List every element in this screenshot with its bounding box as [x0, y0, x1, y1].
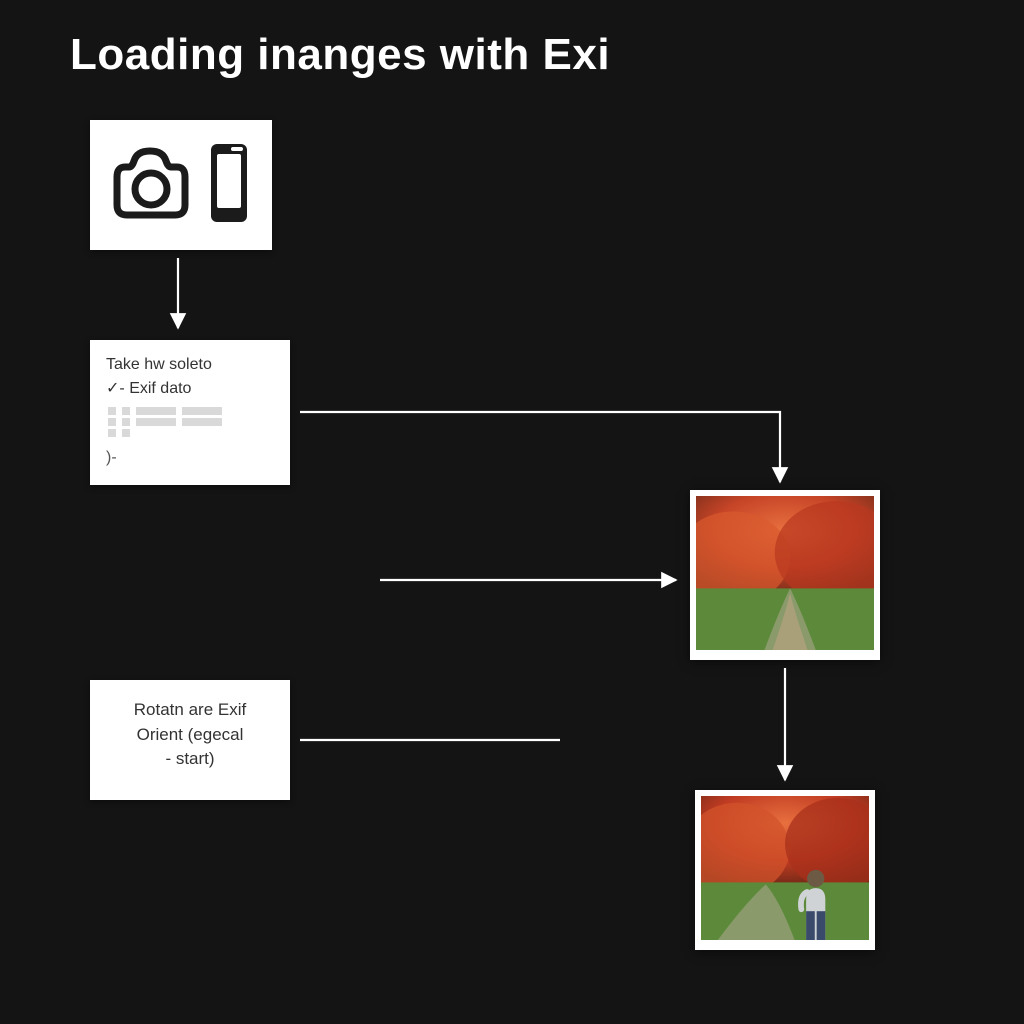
photo-original — [690, 490, 880, 660]
node-exif-data: Take hw soleto ✓- Exif dato )- — [90, 340, 290, 485]
phone-icon — [207, 140, 251, 231]
node-rotate-orient: Rotatn are Exif Orient (egecal - start) — [90, 680, 290, 800]
rotate-line2: Orient (egecal — [104, 723, 276, 748]
exif-line1: Take hw soleto — [106, 354, 274, 376]
photo-rotated — [695, 790, 875, 950]
rotate-line3: - start) — [104, 747, 276, 772]
exif-lastline: )- — [106, 447, 274, 469]
arrow-exif-to-photo1 — [300, 412, 780, 482]
autumn-photo-icon — [696, 496, 874, 650]
autumn-photo-person-icon — [701, 796, 869, 940]
exif-table-icon — [108, 407, 274, 437]
camera-icon — [111, 143, 197, 228]
node-camera-device — [90, 120, 272, 250]
rotate-line1: Rotatn are Exif — [104, 698, 276, 723]
exif-line2: ✓- Exif dato — [106, 378, 274, 400]
diagram-title: Loading inanges with Exi — [70, 30, 610, 80]
diagram-canvas: Loading inanges with Exi Take hw soleto … — [0, 0, 1024, 1024]
